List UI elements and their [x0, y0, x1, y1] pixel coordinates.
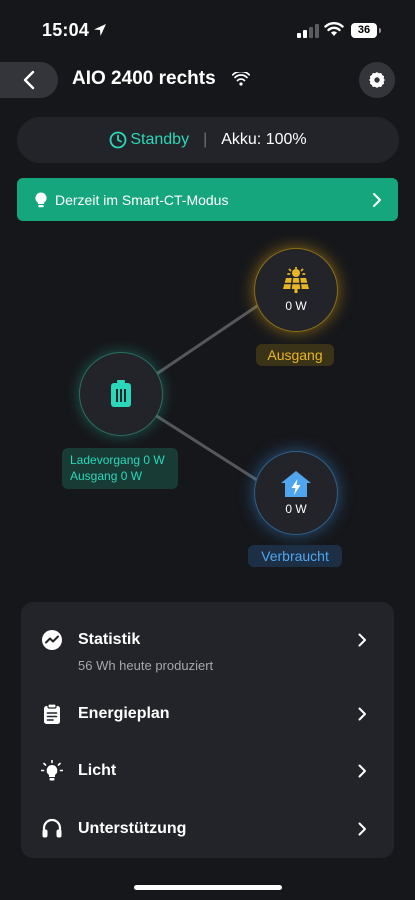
- gear-icon: [369, 72, 385, 88]
- home-power-value: 0 W: [285, 502, 307, 516]
- statistics-chart-icon: [42, 630, 62, 650]
- chevron-right-icon: [358, 707, 366, 721]
- battery-status-icon: 36: [351, 23, 383, 38]
- battery-level: 36: [351, 23, 377, 38]
- menu-card: Statistik 56 Wh heute produziert Energie…: [21, 602, 394, 858]
- wifi-status-icon: [324, 22, 344, 36]
- home-consumption-node[interactable]: 0 W: [254, 451, 338, 535]
- house-lightning-icon: [281, 471, 311, 497]
- home-indicator[interactable]: [134, 885, 282, 890]
- menu-label-energieplan: Energieplan: [78, 705, 170, 722]
- battery-tip: [379, 28, 381, 33]
- settings-button[interactable]: [359, 62, 395, 98]
- standby-label: Standby: [130, 131, 190, 148]
- menu-label-licht: Licht: [78, 762, 117, 779]
- standby-status: Standby: [109, 131, 189, 149]
- battery-percentage: Akku: 100%: [221, 131, 307, 148]
- battery-device-icon: [111, 380, 131, 407]
- solar-panel-icon: [283, 267, 309, 293]
- device-status-bar: Standby | Akku: 100%: [17, 117, 399, 163]
- wifi-icon: [232, 72, 250, 86]
- chevron-left-icon: [23, 70, 35, 90]
- banner-text: Derzeit im Smart-CT-Modus: [55, 191, 229, 208]
- lightbulb-icon: [35, 192, 47, 207]
- consumption-label: Verbraucht: [248, 545, 342, 567]
- chevron-right-icon: [358, 633, 366, 647]
- page-title: AIO 2400 rechts: [72, 68, 216, 89]
- chevron-right-icon: [358, 764, 366, 778]
- chevron-right-icon: [373, 192, 381, 207]
- battery-info-box: Ladevorgang 0 W Ausgang 0 W: [62, 448, 178, 489]
- solar-power-value: 0 W: [285, 299, 307, 313]
- light-bulb-icon: [41, 760, 63, 781]
- menu-item-unterstuetzung[interactable]: Unterstützung: [21, 809, 394, 849]
- battery-node[interactable]: [79, 352, 163, 436]
- location-arrow-icon: [94, 24, 106, 36]
- clock-icon: [109, 131, 127, 149]
- chevron-right-icon: [358, 822, 366, 836]
- menu-item-energieplan[interactable]: Energieplan: [21, 694, 394, 734]
- menu-label-unterstuetzung: Unterstützung: [78, 820, 187, 837]
- menu-item-statistik[interactable]: Statistik: [21, 620, 394, 660]
- status-bar-time: 15:04: [42, 20, 90, 40]
- battery-output-value: Ausgang 0 W: [70, 469, 143, 483]
- solar-node[interactable]: 0 W: [254, 248, 338, 332]
- back-button[interactable]: [0, 62, 58, 98]
- menu-item-licht[interactable]: Licht: [21, 751, 394, 791]
- clipboard-icon: [44, 703, 60, 724]
- headset-icon: [42, 818, 62, 838]
- battery-charging-value: Ladevorgang 0 W: [70, 453, 165, 467]
- statistik-subtitle: 56 Wh heute produziert: [78, 658, 214, 673]
- solar-output-label: Ausgang: [256, 344, 334, 366]
- smart-ct-mode-banner[interactable]: Derzeit im Smart-CT-Modus: [17, 178, 398, 221]
- cellular-signal-icon: [297, 24, 319, 38]
- status-divider: |: [203, 131, 208, 148]
- menu-label-statistik: Statistik: [78, 631, 141, 648]
- energy-flow-lines: [154, 302, 261, 484]
